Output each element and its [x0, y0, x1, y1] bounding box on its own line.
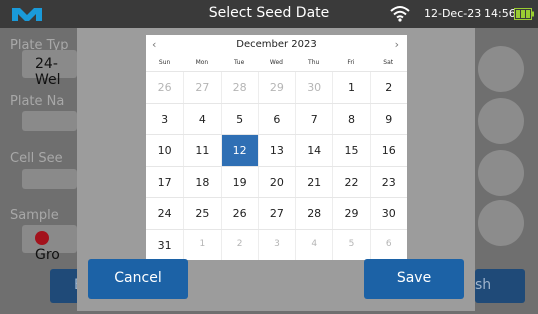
- status-date: 12-Dec-23: [424, 7, 482, 20]
- calendar: ‹ December 2023 › Sun Mon Tue Wed Thu Fr…: [146, 35, 407, 260]
- day-cell[interactable]: 15: [332, 135, 369, 166]
- weekday-label: Thu: [308, 59, 320, 66]
- plate-name-label: Plate Na: [10, 94, 65, 109]
- day-cell[interactable]: 23: [369, 166, 407, 197]
- day-cell[interactable]: 14: [295, 135, 332, 166]
- day-cell[interactable]: 28: [295, 198, 332, 229]
- day-cell[interactable]: 1: [183, 229, 220, 260]
- sample-value: Gro: [35, 247, 60, 263]
- plate-type-field[interactable]: 24-Wel: [22, 50, 77, 88]
- weekday-label: Tue: [234, 59, 245, 66]
- calendar-header: ‹ December 2023 ›: [146, 35, 407, 55]
- wifi-icon: [390, 6, 410, 22]
- well-circle: [478, 98, 524, 144]
- day-cell[interactable]: 27: [183, 72, 220, 103]
- day-cell[interactable]: 17: [146, 167, 183, 198]
- day-cell[interactable]: 5: [220, 103, 258, 134]
- day-cell[interactable]: 7: [295, 103, 332, 134]
- plate-name-field[interactable]: [22, 111, 77, 131]
- day-cell[interactable]: 3: [146, 104, 183, 135]
- weekday-label: Fri: [347, 59, 355, 66]
- day-cell[interactable]: 31: [146, 230, 183, 261]
- day-cell[interactable]: 2: [369, 72, 407, 103]
- next-month-icon[interactable]: ›: [395, 38, 399, 51]
- save-button[interactable]: Save: [364, 259, 464, 299]
- day-cell[interactable]: 5: [332, 229, 369, 260]
- weekday-label: Mon: [195, 59, 209, 66]
- cell-seed-label: Cell See: [10, 151, 63, 166]
- selected-day-cell[interactable]: 12: [220, 135, 258, 166]
- day-cell[interactable]: 29: [332, 198, 369, 229]
- background-left-button: E: [50, 269, 83, 303]
- day-cell[interactable]: 6: [369, 229, 407, 260]
- day-cell[interactable]: 11: [183, 135, 220, 166]
- sample-field[interactable]: Gro: [22, 225, 77, 263]
- week-row: 3 4 5 6 7 8 9: [146, 102, 407, 135]
- day-cell[interactable]: 26: [220, 198, 258, 229]
- month-label: December 2023: [236, 39, 317, 50]
- weekday-label: Wed: [269, 59, 283, 66]
- sample-label: Sample: [10, 208, 59, 223]
- day-cell[interactable]: 1: [332, 72, 369, 103]
- week-row: 17 18 19 20 21 22 23: [146, 165, 407, 198]
- day-cell[interactable]: 2: [220, 229, 258, 260]
- well-circle: [478, 46, 524, 92]
- background-finish-button: sh: [475, 269, 525, 303]
- week-row: 26 27 28 29 30 1 2: [146, 71, 407, 103]
- day-cell[interactable]: 19: [220, 166, 258, 197]
- sample-color-dot: [35, 231, 49, 245]
- day-cell[interactable]: 30: [295, 72, 332, 103]
- plate-type-value: 24-Wel: [35, 56, 61, 88]
- well-circle: [478, 200, 524, 246]
- day-cell[interactable]: 20: [257, 166, 295, 197]
- cell-seed-field[interactable]: [22, 169, 77, 189]
- weekday-row: Sun Mon Tue Wed Thu Fri Sat: [146, 55, 407, 71]
- day-cell[interactable]: 29: [257, 72, 295, 103]
- day-cell[interactable]: 28: [220, 72, 258, 103]
- status-bar: Select Seed Date 12-Dec-23 14:56: [0, 0, 538, 28]
- battery-icon: [514, 8, 534, 20]
- weekday-label: Sun: [158, 59, 171, 66]
- day-cell[interactable]: 3: [257, 229, 295, 260]
- cancel-button[interactable]: Cancel: [88, 259, 188, 299]
- seed-date-dialog: ‹ December 2023 › Sun Mon Tue Wed Thu Fr…: [77, 28, 475, 311]
- week-row: 24 25 26 27 28 29 30: [146, 197, 407, 229]
- day-cell[interactable]: 25: [183, 198, 220, 229]
- day-cell[interactable]: 13: [257, 135, 295, 166]
- day-cell[interactable]: 26: [146, 72, 183, 103]
- day-cell[interactable]: 8: [332, 103, 369, 134]
- status-time: 14:56: [484, 7, 516, 20]
- day-cell[interactable]: 18: [183, 166, 220, 197]
- weekday-label: Sat: [383, 59, 394, 66]
- day-cell[interactable]: 24: [146, 198, 183, 229]
- day-cell[interactable]: 9: [369, 103, 407, 134]
- day-cell[interactable]: 16: [369, 135, 407, 166]
- day-cell[interactable]: 30: [369, 198, 407, 229]
- day-cell[interactable]: 4: [183, 103, 220, 134]
- well-circle: [478, 150, 524, 196]
- day-cell[interactable]: 6: [257, 103, 295, 134]
- day-cell[interactable]: 10: [146, 135, 183, 166]
- calendar-grid: 26 27 28 29 30 1 2 3 4 5 6 7 8 9 10 11 1…: [146, 71, 407, 260]
- day-cell[interactable]: 4: [295, 229, 332, 260]
- day-cell[interactable]: 22: [332, 166, 369, 197]
- day-cell[interactable]: 27: [257, 198, 295, 229]
- day-cell[interactable]: 21: [295, 166, 332, 197]
- week-row: 10 11 12 13 14 15 16: [146, 134, 407, 166]
- week-row: 31 1 2 3 4 5 6: [146, 228, 407, 261]
